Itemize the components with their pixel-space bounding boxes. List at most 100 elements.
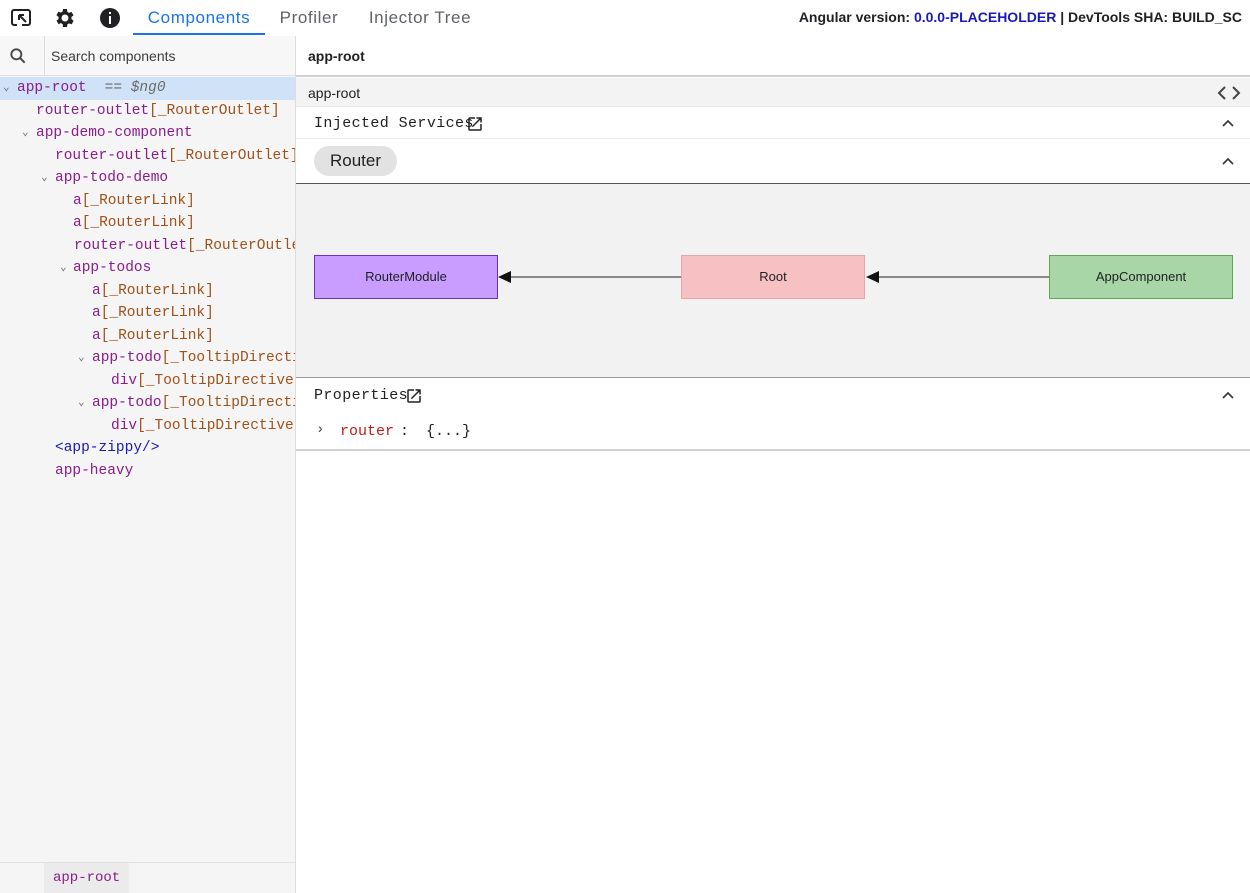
search-divider	[44, 36, 45, 76]
service-row: Router	[296, 140, 1250, 184]
gear-icon[interactable]	[53, 6, 77, 30]
injected-services-title: Injected Services	[314, 115, 474, 132]
tree-node[interactable]: router-outlet[_RouterOutlet]	[0, 145, 295, 168]
tab-profiler[interactable]: Profiler	[270, 0, 348, 36]
chevron-down-icon[interactable]: ⌄	[78, 347, 88, 370]
node-name: router-outlet	[74, 237, 188, 254]
graph-node-router-module[interactable]: RouterModule	[314, 255, 498, 299]
open-external-icon[interactable]	[405, 387, 423, 405]
tree-node[interactable]: ⌄ app-todo[_TooltipDirective]	[0, 347, 295, 370]
node-name: app-root	[17, 80, 87, 96]
tree-node[interactable]: <app-zippy/>	[0, 437, 295, 460]
chevron-down-icon[interactable]: ⌄	[60, 257, 70, 280]
node-name: router-outlet	[36, 102, 150, 119]
node-directive: [_RouterLink]	[81, 215, 195, 231]
injector-resolution-graph: RouterModule Root AppComponent	[296, 184, 1250, 378]
tree-node-app-root[interactable]: ⌄ app-root == $ng0	[0, 77, 295, 100]
node-name: a	[73, 192, 82, 209]
node-directive: [_RouterLink]	[81, 192, 195, 209]
node-name: app-todo	[92, 395, 162, 411]
search-icon	[10, 48, 26, 64]
tree-node[interactable]: ⌄ app-demo-component	[0, 122, 295, 145]
top-toolbar: Components Profiler Injector Tree Angula…	[0, 0, 1250, 36]
tree-node[interactable]: app-heavy	[0, 460, 295, 483]
version-info: Angular version: 0.0.0-PLACEHOLDER | Dev…	[799, 9, 1242, 25]
property-value: {...}	[426, 423, 472, 440]
node-name: router-outlet	[55, 147, 169, 164]
search-bar	[0, 36, 295, 76]
node-directive: [_TooltipDirective]	[137, 417, 295, 434]
tree-node[interactable]: ⌄ app-todo-demo	[0, 167, 295, 190]
property-key: router	[340, 423, 395, 440]
tab-components[interactable]: Components	[133, 0, 265, 36]
sha-text: | DevTools SHA: BUILD_SC	[1060, 9, 1242, 25]
chevron-up-icon[interactable]	[1220, 154, 1236, 170]
breadcrumb: app-root	[0, 862, 295, 893]
graph-node-app-component[interactable]: AppComponent	[1049, 255, 1233, 299]
tree-node[interactable]: a[_RouterLink]	[0, 190, 295, 213]
graph-node-root[interactable]: Root	[681, 255, 865, 299]
property-row[interactable]: › router : {...}	[296, 414, 1250, 451]
node-name: div	[111, 372, 138, 389]
node-directive: [_TooltipDirective]	[161, 350, 295, 366]
selected-component-header: app-root	[296, 36, 1250, 77]
tree-node[interactable]: ⌄ app-todos	[0, 257, 295, 280]
node-name: a	[92, 305, 101, 321]
node-name: div	[111, 417, 138, 434]
service-chip-router[interactable]: Router	[314, 146, 398, 176]
chevron-right-icon[interactable]: ›	[316, 422, 324, 438]
chevron-up-icon[interactable]	[1220, 116, 1236, 132]
view-source-icon[interactable]	[1216, 83, 1242, 103]
tab-injector-tree[interactable]: Injector Tree	[358, 0, 482, 36]
chevron-down-icon[interactable]: ⌄	[78, 392, 88, 415]
breadcrumb-item[interactable]: app-root	[44, 863, 130, 893]
node-directive: [_RouterOutlet]	[187, 237, 295, 254]
version-value: 0.0.0-PLACEHOLDER	[913, 9, 1057, 25]
chevron-down-icon[interactable]: ⌄	[3, 77, 13, 100]
tree-node[interactable]: ⌄ app-todo[_TooltipDirective]	[0, 392, 295, 415]
node-name: <app-zippy/>	[55, 440, 160, 456]
tree-node[interactable]: a[_RouterLink]	[0, 280, 295, 303]
active-tab-indicator	[133, 33, 265, 35]
inspect-element-icon[interactable]	[9, 6, 33, 30]
node-name: a	[92, 327, 101, 344]
selected-component-title: app-root	[308, 48, 365, 64]
selected-component-subheader: app-root	[296, 78, 1250, 107]
version-label: Angular version:	[798, 9, 911, 25]
node-name: a	[92, 282, 101, 299]
tree-node[interactable]: router-outlet[_RouterOutlet]	[0, 100, 295, 123]
properties-title: Properties	[314, 387, 409, 404]
ng0-label: == $ng0	[104, 80, 166, 96]
node-directive: [_TooltipDirective]	[161, 395, 295, 411]
component-tree: ⌄ app-root == $ng0 router-outlet[_RouterO…	[0, 77, 295, 482]
node-name: app-todo-demo	[55, 170, 169, 186]
node-directive: [_RouterLink]	[100, 305, 214, 321]
injected-services-header[interactable]: Injected Services	[296, 108, 1250, 139]
node-directive: [_TooltipDirective]	[137, 372, 295, 389]
properties-header[interactable]: Properties	[296, 379, 1250, 410]
tree-node[interactable]: div[_TooltipDirective]	[0, 370, 295, 393]
node-name: app-heavy	[55, 462, 134, 479]
node-name: app-demo-component	[36, 125, 193, 141]
node-name: a	[73, 215, 82, 231]
tree-node[interactable]: a[_RouterLink]	[0, 302, 295, 325]
details-panel: app-root app-root Injected Services Rout…	[296, 36, 1250, 893]
tree-node[interactable]: div[_TooltipDirective]	[0, 415, 295, 438]
selected-component-subtitle: app-root	[308, 85, 361, 101]
node-directive: [_RouterLink]	[100, 282, 214, 299]
arrowhead-icon	[866, 271, 879, 283]
open-external-icon[interactable]	[466, 115, 484, 133]
component-tree-panel: ⌄ app-root== $ng0 router-outlet[_RouterO…	[0, 36, 296, 893]
search-input[interactable]	[51, 44, 286, 68]
tree-node[interactable]: router-outlet[_RouterOutlet]	[0, 235, 295, 258]
info-icon[interactable]	[98, 6, 122, 30]
chevron-down-icon[interactable]: ⌄	[41, 167, 51, 190]
chevron-up-icon[interactable]	[1220, 388, 1236, 404]
tree-node[interactable]: a[_RouterLink]	[0, 325, 295, 348]
tree-node[interactable]: a[_RouterLink]	[0, 212, 295, 235]
chevron-down-icon[interactable]: ⌄	[22, 122, 32, 145]
node-directive: [_RouterLink]	[100, 327, 214, 344]
property-separator: :	[400, 423, 410, 440]
node-directive: [_RouterOutlet]	[168, 147, 295, 164]
arrowhead-icon	[498, 271, 511, 283]
